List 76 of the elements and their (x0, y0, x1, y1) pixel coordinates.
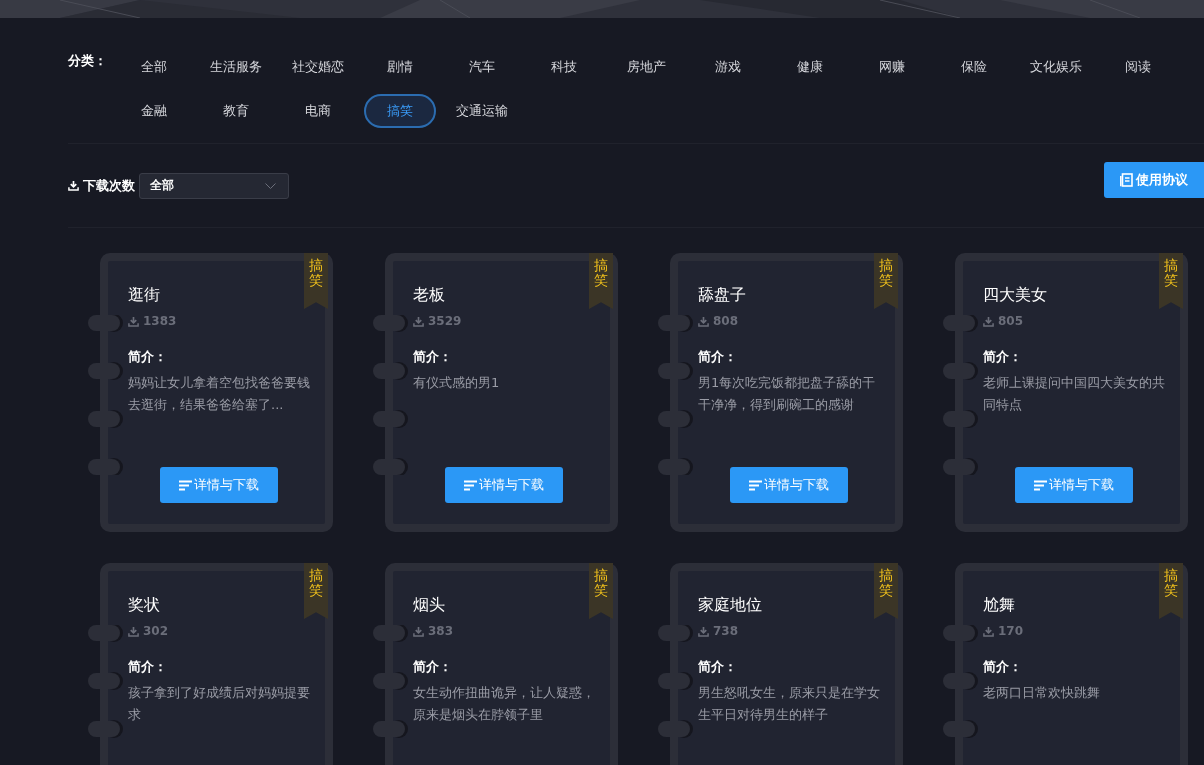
intro-label: 简介： (698, 658, 737, 676)
card-description: 男1每次吃完饭都把盘子舔的干干净净，得到刷碗工的感谢 (698, 374, 877, 414)
card-description: 老师上课提问中国四大美女的共同特点 (983, 374, 1166, 414)
download-count: 170 (983, 624, 1024, 638)
download-count: 1383 (128, 314, 177, 328)
download-count: 302 (128, 624, 169, 638)
intro-label: 简介： (413, 658, 452, 676)
intro-label: 简介： (128, 348, 167, 366)
category-ribbon: 搞笑 (874, 253, 898, 309)
category-tab[interactable]: 科技 (528, 50, 600, 84)
category-label: 分类： (68, 52, 108, 70)
category-tab[interactable]: 网赚 (856, 50, 928, 84)
download-icon (128, 315, 139, 327)
download-icon (413, 315, 424, 327)
category-tab[interactable]: 游戏 (692, 50, 764, 84)
category-tab[interactable]: 汽车 (446, 50, 518, 84)
download-icon (983, 625, 994, 637)
card-title: 老板 (413, 285, 445, 305)
download-count: 805 (983, 314, 1024, 328)
category-ribbon: 搞笑 (1159, 253, 1183, 309)
document-icon (1120, 173, 1133, 187)
category-tab[interactable]: 电商 (282, 94, 354, 128)
list-icon (463, 479, 477, 491)
intro-label: 简介： (413, 348, 452, 366)
category-tab[interactable]: 金融 (118, 94, 190, 128)
card-title: 尬舞 (983, 595, 1015, 615)
card-description: 妈妈让女儿拿着空包找爸爸要钱去逛街，结果爸爸给塞了... (128, 374, 311, 414)
card-description: 有仪式感的男1 (413, 374, 501, 392)
intro-label: 简介： (983, 348, 1022, 366)
download-icon (698, 315, 709, 327)
download-count: 808 (698, 314, 739, 328)
download-icon (983, 315, 994, 327)
category-ribbon: 搞笑 (304, 253, 328, 309)
category-tab[interactable]: 教育 (200, 94, 272, 128)
category-tab[interactable]: 剧情 (364, 50, 436, 84)
category-tab[interactable]: 搞笑 (364, 94, 436, 128)
category-tab[interactable]: 生活服务 (200, 50, 272, 84)
list-icon (748, 479, 762, 491)
card-description: 男生怒吼女生，原来只是在学女生平日对待男生的样子 (698, 684, 881, 724)
category-tab[interactable]: 交通运输 (446, 94, 518, 128)
intro-label: 简介： (983, 658, 1022, 676)
category-tab[interactable]: 全部 (118, 50, 190, 84)
category-tab[interactable]: 健康 (774, 50, 846, 84)
card-description: 老两口日常欢快跳舞 (983, 684, 1101, 702)
card-title: 逛街 (128, 285, 160, 305)
list-icon (1033, 479, 1047, 491)
category-tab[interactable]: 保险 (938, 50, 1010, 84)
card-title: 舔盘子 (698, 285, 746, 305)
card-title: 家庭地位 (698, 595, 762, 615)
category-ribbon: 搞笑 (1159, 563, 1183, 619)
category-ribbon: 搞笑 (589, 563, 613, 619)
category-tab[interactable]: 阅读 (1102, 50, 1174, 84)
download-count-select[interactable]: 全部 (139, 172, 289, 199)
category-ribbon: 搞笑 (874, 563, 898, 619)
list-icon (178, 479, 192, 491)
card-title: 四大美女 (983, 285, 1047, 305)
category-tab[interactable]: 房地产 (610, 50, 682, 84)
download-count: 3529 (413, 314, 462, 328)
download-icon (68, 180, 79, 191)
chevron-down-icon (265, 182, 276, 189)
download-icon (413, 625, 424, 637)
download-count: 383 (413, 624, 454, 638)
card-title: 奖状 (128, 595, 160, 615)
download-icon (128, 625, 139, 637)
category-ribbon: 搞笑 (304, 563, 328, 619)
card-description: 孩子拿到了好成绩后对妈妈提要求 (128, 684, 311, 724)
intro-label: 简介： (128, 658, 167, 676)
download-icon (698, 625, 709, 637)
category-tab[interactable]: 文化娱乐 (1020, 50, 1092, 84)
download-count: 738 (698, 624, 739, 638)
card-description: 女生动作扭曲诡异，让人疑惑，原来是烟头在脖领子里 (413, 684, 596, 724)
download-count-label: 下载次数 (68, 176, 135, 195)
intro-label: 简介： (698, 348, 737, 366)
category-ribbon: 搞笑 (589, 253, 613, 309)
category-tab[interactable]: 社交婚恋 (282, 50, 354, 84)
card-title: 烟头 (413, 595, 445, 615)
